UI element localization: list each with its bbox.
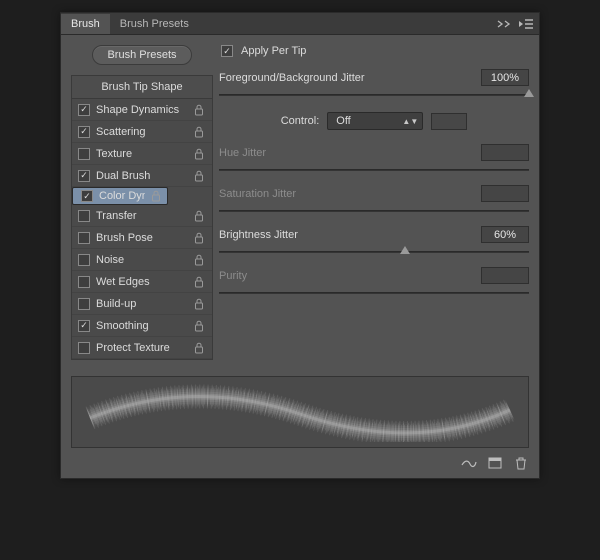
brightness-jitter-label: Brightness Jitter — [219, 229, 298, 241]
panel-tabs: Brush Brush Presets — [61, 13, 539, 35]
option-label: Transfer — [96, 210, 188, 222]
settings-column: Apply Per Tip Foreground/Background Jitt… — [219, 43, 529, 360]
brush-panel: Brush Brush Presets Brush Presets Brush … — [60, 12, 540, 479]
brush-stroke-icon — [80, 382, 520, 442]
option-checkbox[interactable] — [78, 342, 90, 354]
panel-footer — [61, 456, 539, 478]
lock-icon[interactable] — [194, 148, 206, 160]
saturation-jitter-slider[interactable] — [219, 206, 529, 216]
option-label: Wet Edges — [96, 276, 188, 288]
lock-icon[interactable] — [194, 298, 206, 310]
hue-jitter-group: Hue Jitter — [219, 144, 529, 175]
chevron-updown-icon: ▲▼ — [402, 119, 418, 124]
panel-menu-icon[interactable] — [519, 17, 533, 31]
saturation-jitter-group: Saturation Jitter — [219, 185, 529, 216]
lock-icon[interactable] — [194, 276, 206, 288]
option-checkbox[interactable] — [78, 298, 90, 310]
option-checkbox[interactable] — [78, 104, 90, 116]
apply-per-tip-row[interactable]: Apply Per Tip — [221, 45, 529, 57]
option-row-shape-dynamics[interactable]: Shape Dynamics — [72, 99, 212, 121]
apply-per-tip-checkbox[interactable] — [221, 45, 233, 57]
toggle-preview-icon[interactable] — [461, 456, 477, 470]
option-label: Smoothing — [96, 320, 188, 332]
control-extra-field — [431, 113, 467, 130]
option-row-scattering[interactable]: Scattering — [72, 121, 212, 143]
option-row-dual-brush[interactable]: Dual Brush — [72, 165, 212, 187]
hue-jitter-slider[interactable] — [219, 165, 529, 175]
option-label: Brush Pose — [96, 232, 188, 244]
option-checkbox[interactable] — [78, 170, 90, 182]
option-label: Build-up — [96, 298, 188, 310]
option-checkbox[interactable] — [78, 148, 90, 160]
tab-brush-presets[interactable]: Brush Presets — [110, 14, 199, 34]
option-row-build-up[interactable]: Build-up — [72, 293, 212, 315]
fgbg-jitter-label: Foreground/Background Jitter — [219, 72, 365, 84]
control-value: Off — [336, 115, 350, 127]
option-checkbox[interactable] — [78, 320, 90, 332]
purity-input[interactable] — [481, 267, 529, 284]
option-label: Noise — [96, 254, 188, 266]
tab-brush[interactable]: Brush — [61, 14, 110, 34]
brush-preview — [71, 376, 529, 448]
option-checkbox[interactable] — [78, 232, 90, 244]
options-list: Brush Tip Shape Shape Dynamics Scattering… — [71, 75, 213, 360]
lock-icon[interactable] — [194, 320, 206, 332]
saturation-jitter-label: Saturation Jitter — [219, 188, 296, 200]
saturation-jitter-input[interactable] — [481, 185, 529, 202]
delete-icon[interactable] — [513, 456, 529, 470]
fgbg-jitter-group: Foreground/Background Jitter — [219, 69, 529, 100]
brightness-jitter-input[interactable] — [481, 226, 529, 243]
option-row-brush-pose[interactable]: Brush Pose — [72, 227, 212, 249]
control-row: Control: Off ▲▼ — [219, 112, 529, 130]
fgbg-jitter-input[interactable] — [481, 69, 529, 86]
option-row-noise[interactable]: Noise — [72, 249, 212, 271]
control-label: Control: — [281, 115, 320, 127]
option-row-transfer[interactable]: Transfer — [72, 205, 212, 227]
lock-icon[interactable] — [194, 232, 206, 244]
option-row-texture[interactable]: Texture — [72, 143, 212, 165]
option-row-smoothing[interactable]: Smoothing — [72, 315, 212, 337]
option-label: Scattering — [96, 126, 188, 138]
apply-per-tip-label: Apply Per Tip — [241, 45, 306, 57]
collapse-icon[interactable] — [497, 17, 511, 31]
lock-icon[interactable] — [194, 170, 206, 182]
option-label: Protect Texture — [96, 342, 188, 354]
purity-group: Purity — [219, 267, 529, 298]
option-row-protect-texture[interactable]: Protect Texture — [72, 337, 212, 359]
lock-icon[interactable] — [194, 126, 206, 138]
left-column: Brush Presets Brush Tip Shape Shape Dyna… — [71, 43, 213, 360]
option-row-color-dynamics[interactable]: Color Dynamics — [72, 187, 168, 205]
list-header[interactable]: Brush Tip Shape — [72, 76, 212, 99]
option-checkbox[interactable] — [78, 210, 90, 222]
option-row-wet-edges[interactable]: Wet Edges — [72, 271, 212, 293]
option-checkbox[interactable] — [78, 254, 90, 266]
new-preset-icon[interactable] — [487, 456, 503, 470]
brush-presets-button[interactable]: Brush Presets — [92, 45, 191, 65]
control-select[interactable]: Off ▲▼ — [327, 112, 423, 130]
option-label: Dual Brush — [96, 170, 188, 182]
lock-icon[interactable] — [194, 210, 206, 222]
option-checkbox[interactable] — [81, 190, 93, 202]
lock-icon[interactable] — [194, 342, 206, 354]
purity-slider[interactable] — [219, 288, 529, 298]
lock-icon[interactable] — [194, 104, 206, 116]
fgbg-jitter-slider[interactable] — [219, 90, 529, 100]
option-checkbox[interactable] — [78, 276, 90, 288]
hue-jitter-input[interactable] — [481, 144, 529, 161]
option-label: Shape Dynamics — [96, 104, 188, 116]
brightness-jitter-slider[interactable] — [219, 247, 529, 257]
option-checkbox[interactable] — [78, 126, 90, 138]
lock-icon[interactable] — [151, 190, 163, 202]
option-label: Color Dynamics — [99, 190, 145, 202]
option-label: Texture — [96, 148, 188, 160]
brightness-jitter-group: Brightness Jitter — [219, 226, 529, 257]
lock-icon[interactable] — [194, 254, 206, 266]
purity-label: Purity — [219, 270, 247, 282]
hue-jitter-label: Hue Jitter — [219, 147, 266, 159]
